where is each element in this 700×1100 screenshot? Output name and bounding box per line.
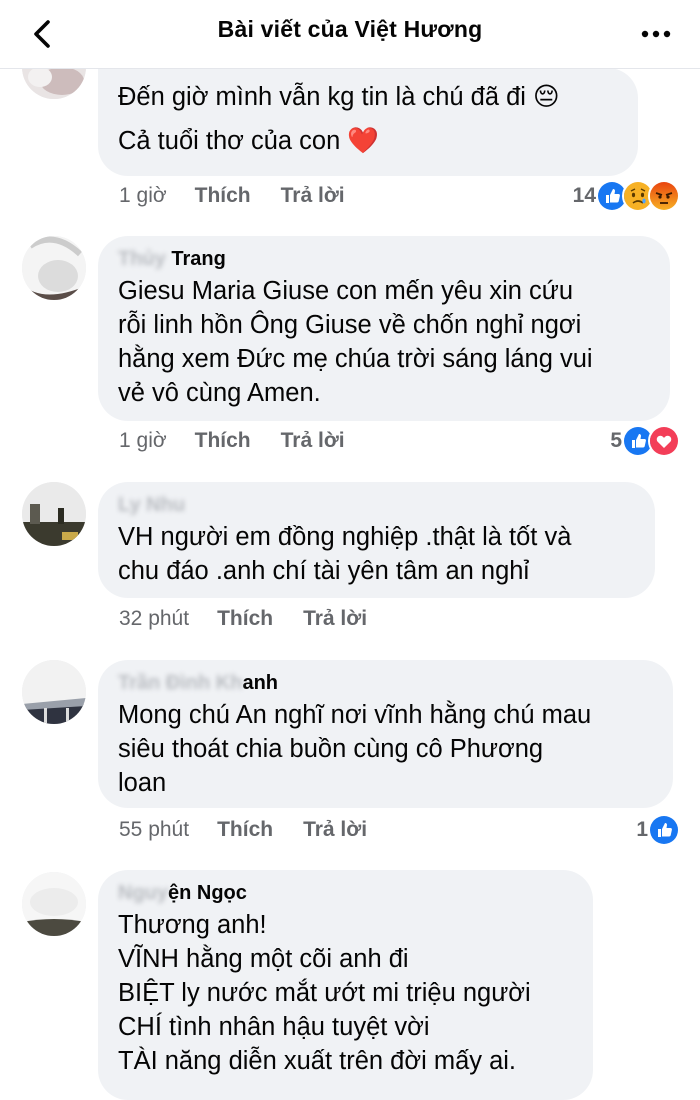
like-reaction-icon bbox=[648, 814, 680, 846]
angry-reaction-icon bbox=[648, 180, 680, 212]
reply-button[interactable]: Trả lời bbox=[303, 818, 367, 842]
comment-author[interactable]: Nguyện Ngọc bbox=[118, 882, 573, 906]
comment-author[interactable]: Ly Nhu bbox=[118, 494, 635, 518]
comment-actions: 55 phút Thích Trả lời bbox=[119, 815, 397, 845]
avatar[interactable] bbox=[22, 236, 86, 300]
comment-text: Mong chú An nghĩ nơi vĩnh hằng chú mau s… bbox=[118, 701, 592, 797]
reaction-summary[interactable]: 5 bbox=[610, 425, 680, 457]
more-options-icon[interactable] bbox=[636, 14, 676, 54]
reply-button[interactable]: Trả lời bbox=[281, 184, 345, 208]
comment-actions: 32 phút Thích Trả lời bbox=[119, 604, 397, 634]
top-bar: Bài viết của Việt Hương bbox=[0, 0, 700, 69]
comment-time[interactable]: 55 phút bbox=[119, 818, 189, 842]
author-name: anh bbox=[242, 672, 279, 694]
reaction-count: 14 bbox=[572, 184, 596, 207]
like-button[interactable]: Thích bbox=[195, 429, 251, 453]
comment-bubble: Thủy Trang Giesu Maria Giuse con mến yêu… bbox=[98, 236, 670, 421]
avatar[interactable] bbox=[22, 660, 86, 724]
like-button[interactable]: Thích bbox=[217, 607, 273, 631]
author-name-blurred: Ly Nhu bbox=[118, 494, 186, 516]
comment-bubble: Đến giờ mình vẫn kg tin là chú đã đi 😔 C… bbox=[98, 68, 638, 176]
comment-text: VH người em đồng nghiệp .thật là tốt và … bbox=[118, 523, 572, 585]
comment-author[interactable]: Trần Đình Khanh bbox=[118, 672, 653, 696]
comment-text: Giesu Maria Giuse con mến yêu xin cứu rỗ… bbox=[118, 277, 593, 407]
author-name-blurred: Thủy bbox=[118, 248, 172, 270]
page-title: Bài viết của Việt Hương bbox=[217, 16, 483, 42]
comment-time[interactable]: 32 phút bbox=[119, 607, 189, 631]
author-name: ện Ngọc bbox=[168, 882, 247, 904]
comment-time[interactable]: 1 giờ bbox=[119, 429, 167, 453]
reaction-summary[interactable]: 14 bbox=[572, 180, 680, 212]
author-name-blurred: Nguy bbox=[118, 882, 168, 904]
comment-text: Thương anh! VĨNH hằng một cõi anh đi BIỆ… bbox=[118, 911, 531, 1075]
avatar[interactable] bbox=[22, 482, 86, 546]
comment-actions: 1 giờ Thích Trả lời bbox=[119, 426, 375, 456]
reply-button[interactable]: Trả lời bbox=[281, 429, 345, 453]
reply-button[interactable]: Trả lời bbox=[303, 607, 367, 631]
author-name-blurred: Trần Đình Kh bbox=[118, 672, 243, 694]
comment-actions: 1 giờ Thích Trả lời bbox=[119, 181, 375, 211]
comment-bubble: Nguyện Ngọc Thương anh! VĨNH hằng một cõ… bbox=[98, 870, 593, 1100]
reaction-count: 1 bbox=[636, 818, 648, 841]
reaction-summary[interactable]: 1 bbox=[636, 814, 680, 846]
comment-bubble: Trần Đình Khanh Mong chú An nghĩ nơi vĩn… bbox=[98, 660, 673, 808]
like-button[interactable]: Thích bbox=[217, 818, 273, 842]
love-reaction-icon bbox=[648, 425, 680, 457]
comment-author[interactable]: Thủy Trang bbox=[118, 248, 650, 272]
author-name: Trang bbox=[171, 248, 226, 270]
reaction-count: 5 bbox=[610, 429, 622, 452]
comment-time[interactable]: 1 giờ bbox=[119, 184, 167, 208]
comment-text: Đến giờ mình vẫn kg tin là chú đã đi 😔 C… bbox=[118, 83, 560, 155]
comment-bubble: Ly Nhu VH người em đồng nghiệp .thật là … bbox=[98, 482, 655, 598]
avatar[interactable] bbox=[22, 872, 86, 936]
like-button[interactable]: Thích bbox=[195, 184, 251, 208]
